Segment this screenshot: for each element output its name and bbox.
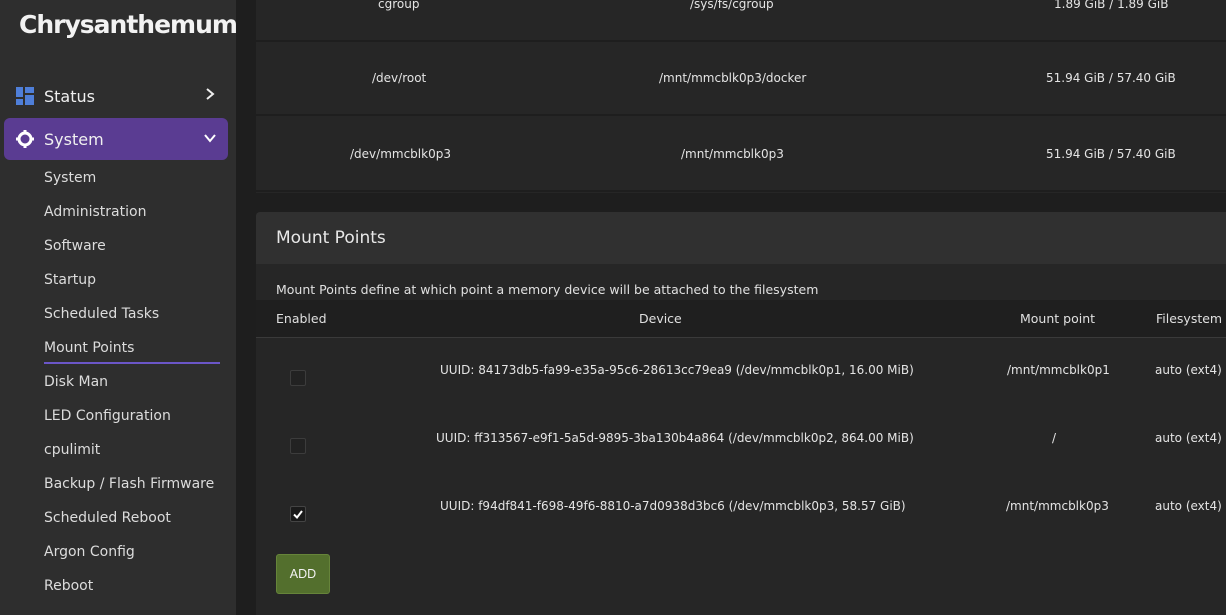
sidebar-item-software[interactable]: Software <box>44 237 106 255</box>
disk-filesystem: /dev/root <box>372 71 427 85</box>
sidebar: Chrysanthemum Status System System Admin… <box>0 0 236 615</box>
nav-status-label: Status <box>44 86 95 106</box>
disk-mount: /mnt/mmcblk0p3/docker <box>659 71 807 85</box>
panel-description: Mount Points define at which point a mem… <box>276 282 819 297</box>
dashboard-icon <box>16 87 34 105</box>
main-content: cgroup /sys/fs/cgroup 1.89 GiB / 1.89 Gi… <box>256 0 1226 615</box>
sidebar-item-reboot[interactable]: Reboot <box>44 577 93 595</box>
table-row: /dev/mmcblk0p3 /mnt/mmcblk0p3 51.94 GiB … <box>256 118 1226 192</box>
disk-usage: 1.89 GiB / 1.89 GiB <box>1054 0 1169 11</box>
disk-filesystem: cgroup <box>378 0 420 11</box>
device-cell: UUID: ff313567-e9f1-5a5d-9895-3ba130b4a8… <box>436 431 914 445</box>
device-cell: UUID: f94df841-f698-49f6-8810-a7d0938d3b… <box>440 499 906 513</box>
enabled-checkbox[interactable] <box>290 370 306 386</box>
nav-system-label: System <box>44 129 104 149</box>
nav-status[interactable]: Status <box>4 75 228 117</box>
header-enabled: Enabled <box>276 311 327 326</box>
mount-point-cell: / <box>1052 431 1057 445</box>
sidebar-item-scheduled-reboot[interactable]: Scheduled Reboot <box>44 509 171 527</box>
mount-point-cell: /mnt/mmcblk0p3 <box>1006 499 1109 513</box>
disk-usage: 51.94 GiB / 57.40 GiB <box>1046 71 1176 85</box>
mount-points-panel: Mount Points Mount Points define at whic… <box>256 212 1226 615</box>
table-header: Enabled Device Mount point Filesystem <box>256 300 1226 338</box>
active-item-underline <box>44 362 220 364</box>
sidebar-item-cpulimit[interactable]: cpulimit <box>44 441 100 459</box>
sidebar-item-mount-points[interactable]: Mount Points <box>44 339 134 357</box>
disk-mount: /sys/fs/cgroup <box>690 0 774 11</box>
sidebar-item-disk-man[interactable]: Disk Man <box>44 373 108 391</box>
nav-system[interactable]: System <box>4 118 228 160</box>
disk-filesystem: /dev/mmcblk0p3 <box>350 147 451 161</box>
enabled-checkbox[interactable] <box>290 438 306 454</box>
filesystem-cell: auto (ext4) <box>1155 499 1222 513</box>
add-button[interactable]: ADD <box>276 554 330 594</box>
sidebar-item-system[interactable]: System <box>44 169 96 187</box>
table-row: /dev/root /mnt/mmcblk0p3/docker 51.94 Gi… <box>256 42 1226 116</box>
device-cell: UUID: 84173db5-fa99-e35a-95c6-28613cc79e… <box>440 363 914 377</box>
sidebar-item-administration[interactable]: Administration <box>44 203 146 221</box>
sidebar-item-led-configuration[interactable]: LED Configuration <box>44 407 171 425</box>
filesystem-cell: auto (ext4) <box>1155 431 1222 445</box>
chevron-right-icon <box>204 88 216 104</box>
panel-header: Mount Points <box>256 212 1226 264</box>
sidebar-item-startup[interactable]: Startup <box>44 271 96 289</box>
table-row: UUID: 84173db5-fa99-e35a-95c6-28613cc79e… <box>256 338 1226 406</box>
table-row: UUID: ff313567-e9f1-5a5d-9895-3ba130b4a8… <box>256 406 1226 474</box>
gear-icon <box>16 130 34 148</box>
checkmark-icon <box>293 509 303 519</box>
mount-point-cell: /mnt/mmcblk0p1 <box>1007 363 1110 377</box>
header-mount-point: Mount point <box>1020 311 1096 326</box>
sidebar-item-scheduled-tasks[interactable]: Scheduled Tasks <box>44 305 159 323</box>
header-filesystem: Filesystem <box>1156 311 1223 326</box>
sidebar-item-argon-config[interactable]: Argon Config <box>44 543 135 561</box>
header-device: Device <box>639 311 682 326</box>
panel-title: Mount Points <box>276 228 386 248</box>
filesystem-cell: auto (ext4) <box>1155 363 1222 377</box>
table-row: cgroup /sys/fs/cgroup 1.89 GiB / 1.89 Gi… <box>256 0 1226 42</box>
disk-usage-table: cgroup /sys/fs/cgroup 1.89 GiB / 1.89 Gi… <box>256 0 1226 193</box>
enabled-checkbox[interactable] <box>290 506 306 522</box>
sidebar-item-backup-flash-firmware[interactable]: Backup / Flash Firmware <box>44 475 214 493</box>
table-row: UUID: f94df841-f698-49f6-8810-a7d0938d3b… <box>256 474 1226 542</box>
disk-usage: 51.94 GiB / 57.40 GiB <box>1046 147 1176 161</box>
disk-mount: /mnt/mmcblk0p3 <box>681 147 784 161</box>
chevron-down-icon <box>204 131 216 147</box>
brand-logo[interactable]: Chrysanthemum <box>19 10 236 39</box>
